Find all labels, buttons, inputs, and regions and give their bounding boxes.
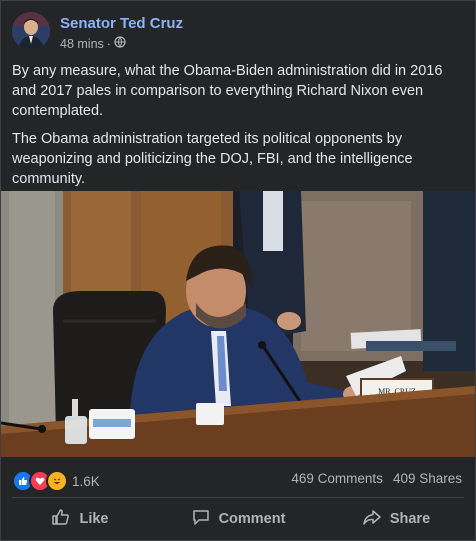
comment-button[interactable]: Comment: [159, 501, 317, 537]
comments-count-link[interactable]: 469 Comments: [291, 471, 383, 486]
post-header: Senator Ted Cruz 48 mins ·: [12, 12, 452, 54]
post-photo[interactable]: MR. CRUZ: [1, 191, 475, 457]
post-body: By any measure, what the Obama-Biden adm…: [12, 61, 464, 197]
share-icon: [362, 507, 382, 531]
shares-count-link[interactable]: 409 Shares: [393, 471, 462, 486]
like-label: Like: [79, 511, 109, 527]
post-timestamp[interactable]: 48 mins: [60, 37, 104, 51]
comment-icon: [191, 507, 211, 531]
globe-icon: [114, 36, 126, 51]
share-button[interactable]: Share: [317, 501, 475, 537]
post-paragraph-2: The Obama administration targeted its po…: [12, 131, 413, 187]
actions-divider: [12, 497, 464, 498]
engagement-counts: 469 Comments 409 Shares: [291, 471, 462, 486]
thumbs-up-icon: [51, 507, 71, 531]
share-label: Share: [389, 511, 431, 527]
post-card: Senator Ted Cruz 48 mins · By any measur…: [0, 0, 476, 541]
comment-label: Comment: [218, 511, 286, 527]
meta-separator: ·: [106, 36, 111, 51]
author-avatar[interactable]: [12, 12, 50, 50]
post-meta: 48 mins ·: [60, 36, 126, 51]
post-paragraph-1: By any measure, what the Obama-Biden adm…: [12, 63, 443, 119]
post-actions: Like Comment Share: [1, 501, 475, 537]
author-name-link[interactable]: Senator Ted Cruz: [60, 15, 183, 32]
like-button[interactable]: Like: [1, 501, 159, 537]
post-stats: 1.6K 469 Comments 409 Shares: [1, 463, 475, 493]
haha-icon: [46, 470, 68, 492]
reactions-summary[interactable]: 1.6K: [12, 470, 100, 492]
reaction-count: 1.6K: [72, 473, 100, 489]
